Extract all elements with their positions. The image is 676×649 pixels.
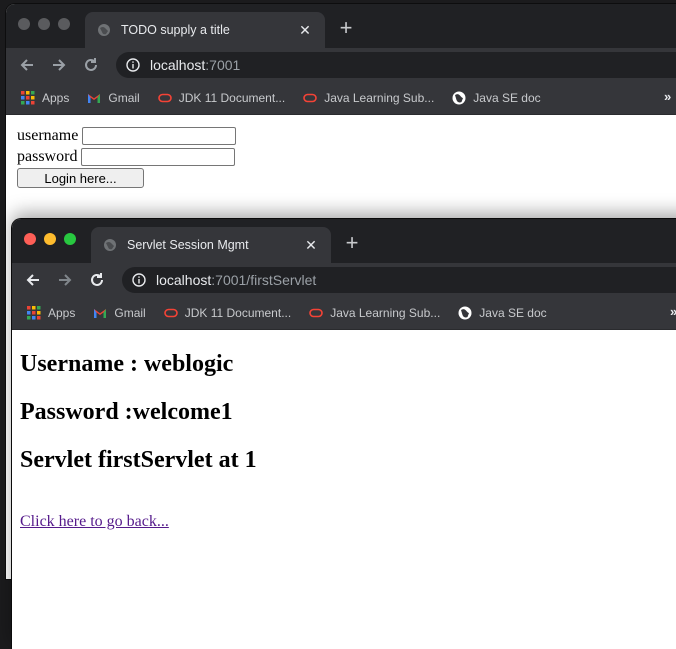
bookmark-jdk-docs[interactable]: JDK 11 Document... (163, 305, 292, 320)
new-tab-button[interactable]: + (334, 17, 358, 41)
bookmark-java-learning[interactable]: Java Learning Sub... (309, 306, 440, 320)
password-label: password (17, 147, 78, 165)
close-window-button[interactable] (24, 233, 36, 245)
globe-icon (452, 91, 466, 104)
info-icon[interactable] (132, 273, 146, 287)
oracle-icon (157, 93, 172, 102)
servlet-result-page: Username : weblogic Password :welcome1 S… (12, 330, 676, 531)
toolbar: localhost:7001 (6, 48, 676, 81)
bookmark-apps[interactable]: Apps (21, 90, 70, 105)
tab-strip: TODO supply a title ✕ + (6, 4, 676, 48)
username-input[interactable] (82, 126, 237, 145)
toolbar: localhost:7001/firstServlet (12, 263, 676, 296)
bookmark-label: Apps (42, 90, 70, 105)
tab-title: TODO supply a title (121, 23, 230, 37)
window-controls (18, 18, 70, 30)
globe-icon (104, 239, 116, 251)
password-row: password (17, 146, 676, 167)
bookmark-label: Gmail (108, 90, 140, 105)
tab-servlet[interactable]: Servlet Session Mgmt ✕ (91, 227, 331, 263)
bookmark-label: Java SE doc (473, 90, 541, 105)
bookmarks-bar: Apps Gmail JDK 11 Document... Java Learn… (12, 296, 676, 330)
tab-title: Servlet Session Mgmt (127, 238, 249, 252)
servlet-heading: Servlet firstServlet at 1 (20, 447, 257, 473)
reload-icon[interactable] (80, 54, 102, 76)
window-controls (24, 233, 76, 245)
bookmarks-overflow-button[interactable]: » (664, 89, 671, 104)
tab-strip: Servlet Session Mgmt ✕ + (12, 219, 676, 263)
new-tab-button[interactable]: + (340, 232, 364, 256)
zoom-window-button[interactable] (64, 233, 76, 245)
bookmark-java-se-doc[interactable]: Java SE doc (452, 90, 541, 105)
bookmarks-bar: Apps Gmail JDK 11 Document... Java Learn… (6, 81, 676, 115)
username-heading: Username : weblogic (20, 351, 234, 377)
bookmark-label: Gmail (114, 305, 146, 320)
forward-arrow-icon[interactable] (54, 269, 76, 291)
url-path: :7001/firstServlet (211, 272, 317, 288)
login-button[interactable]: Login here... (17, 168, 144, 188)
globe-icon (458, 306, 472, 319)
back-arrow-icon[interactable] (16, 54, 38, 76)
apps-grid-icon (27, 305, 41, 319)
password-input[interactable] (81, 147, 236, 166)
url-host: localhost (150, 57, 206, 73)
globe-icon (98, 24, 110, 36)
bookmark-label: Java Learning Sub... (330, 305, 441, 320)
forward-arrow-icon[interactable] (48, 54, 70, 76)
address-bar[interactable]: localhost:7001 (116, 52, 676, 78)
oracle-icon (303, 93, 318, 102)
oracle-icon (309, 308, 324, 317)
close-icon[interactable]: ✕ (297, 22, 313, 38)
username-row: username (17, 125, 676, 146)
bookmark-gmail[interactable]: Gmail (93, 305, 146, 320)
bookmark-apps[interactable]: Apps (27, 305, 76, 320)
login-page: username password Login here... (6, 115, 676, 188)
bookmark-gmail[interactable]: Gmail (87, 90, 140, 105)
bookmark-label: Java Learning Sub... (324, 90, 435, 105)
close-window-button[interactable] (18, 18, 30, 30)
oracle-icon (163, 308, 178, 317)
gmail-icon (88, 93, 101, 103)
bookmark-label: JDK 11 Document... (184, 305, 292, 320)
bookmark-label: Apps (48, 305, 76, 320)
bookmark-label: JDK 11 Document... (178, 90, 286, 105)
bookmarks-overflow-button[interactable]: » (670, 304, 676, 319)
gmail-icon (94, 308, 107, 318)
tab-login[interactable]: TODO supply a title ✕ (85, 12, 325, 48)
bookmark-label: Java SE doc (479, 305, 547, 320)
minimize-window-button[interactable] (44, 233, 56, 245)
bookmark-java-se-doc[interactable]: Java SE doc (458, 305, 547, 320)
zoom-window-button[interactable] (58, 18, 70, 30)
reload-icon[interactable] (86, 269, 108, 291)
info-icon[interactable] (126, 58, 140, 72)
apps-grid-icon (21, 90, 35, 104)
browser-window-servlet: Servlet Session Mgmt ✕ + localhost:7001/… (12, 219, 676, 649)
address-bar[interactable]: localhost:7001/firstServlet (122, 267, 676, 293)
url-host: localhost (156, 272, 212, 288)
bookmark-jdk-docs[interactable]: JDK 11 Document... (157, 90, 286, 105)
go-back-link[interactable]: Click here to go back... (20, 513, 169, 531)
minimize-window-button[interactable] (38, 18, 50, 30)
username-label: username (17, 126, 79, 144)
url-path: :7001 (205, 57, 241, 73)
back-arrow-icon[interactable] (22, 269, 44, 291)
password-heading: Password :welcome1 (20, 399, 233, 425)
close-icon[interactable]: ✕ (303, 237, 319, 253)
bookmark-java-learning[interactable]: Java Learning Sub... (303, 91, 434, 105)
